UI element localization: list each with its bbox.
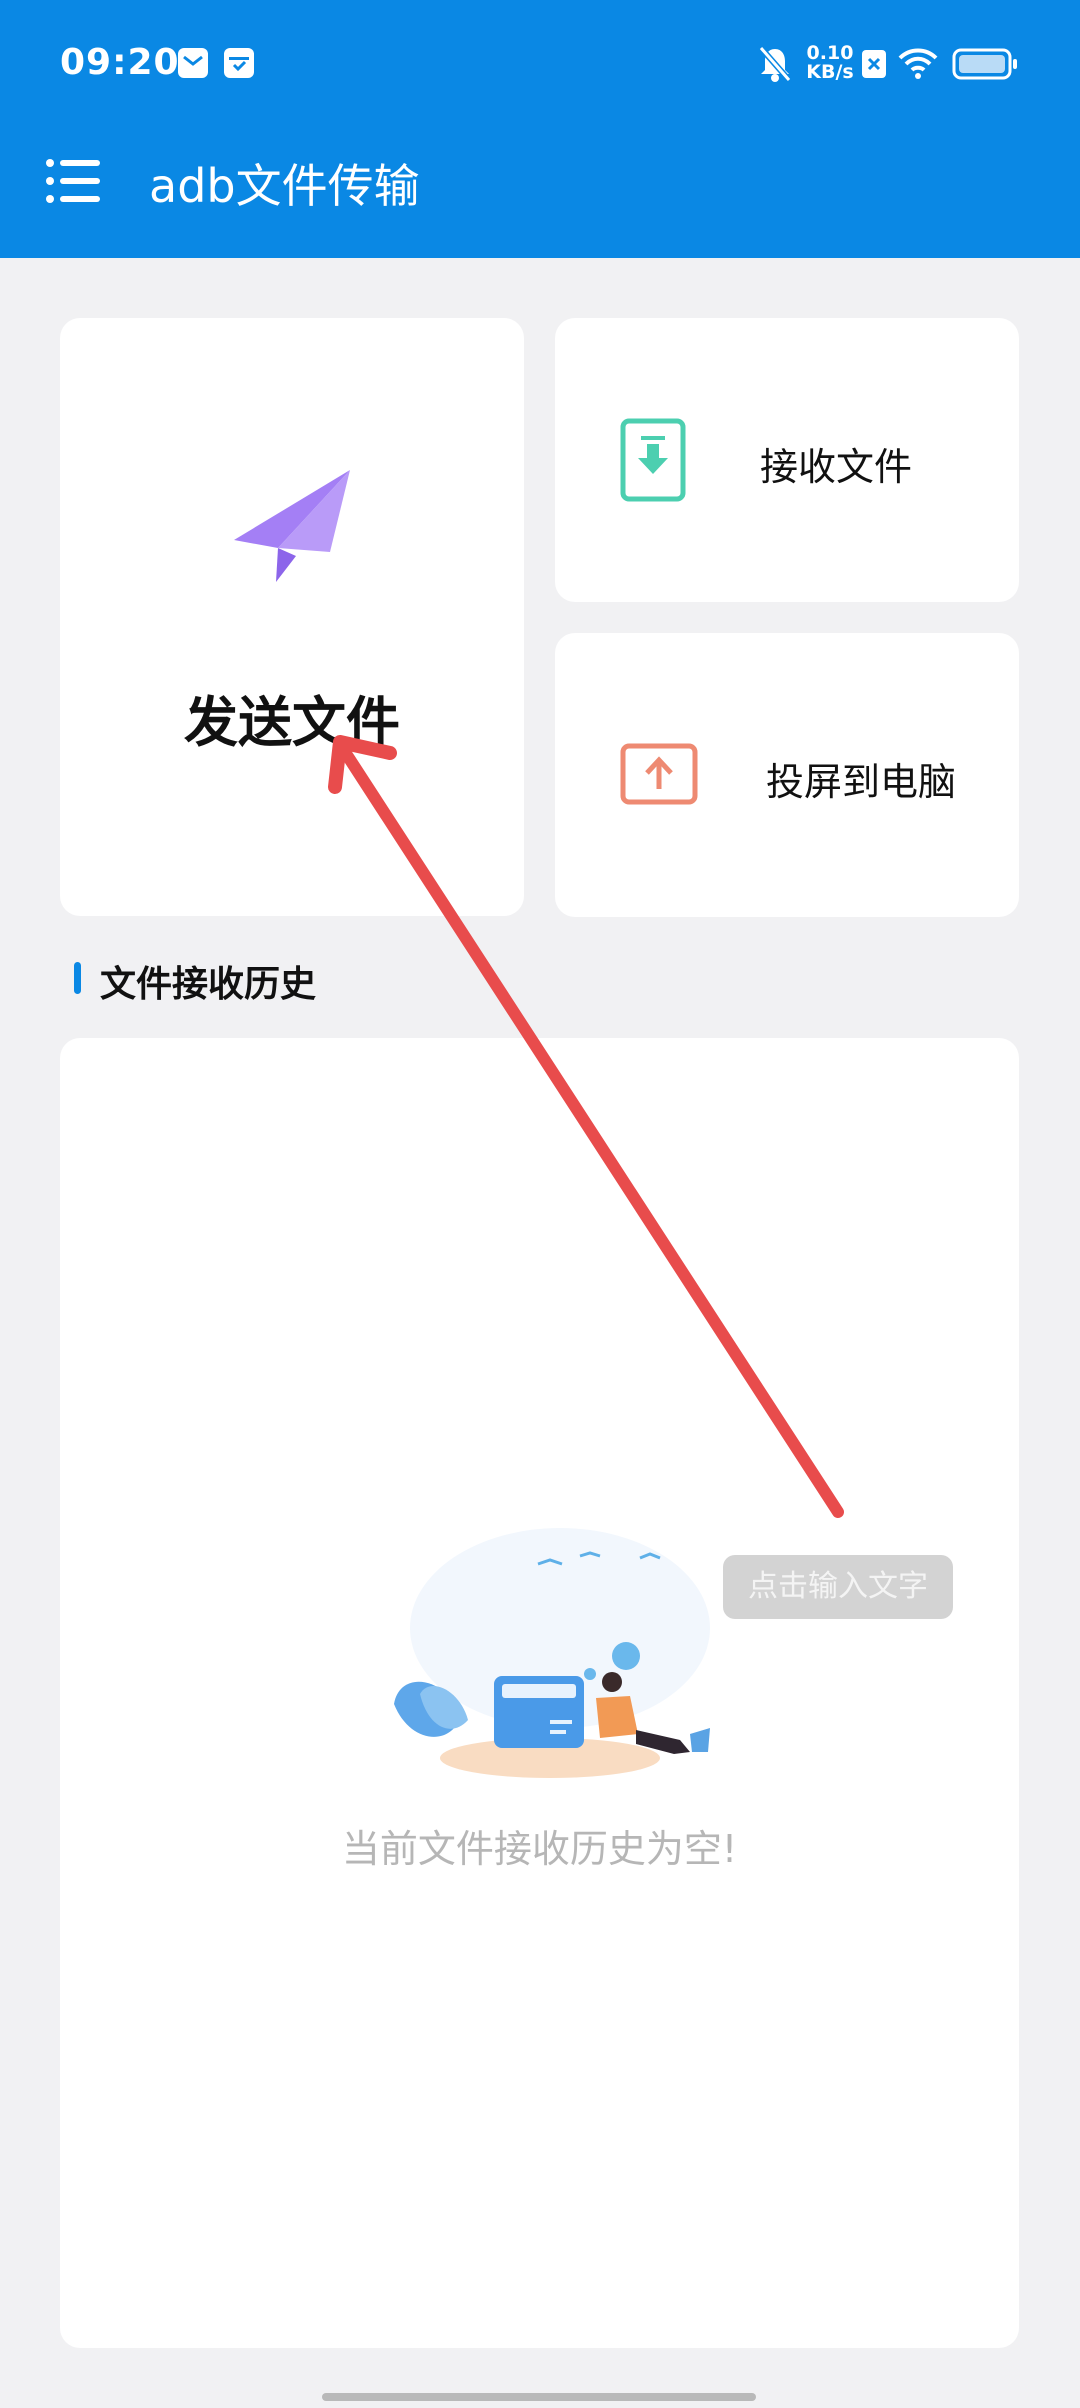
wifi-icon [898,48,938,79]
cast-to-pc-card[interactable]: 投屏到电脑 [555,633,1019,917]
empty-history-text: 当前文件接收历史为空! [341,1827,738,1871]
menu-button[interactable] [44,156,104,206]
paper-plane-icon [234,470,350,582]
upload-screen-icon [620,743,698,805]
text-input-chip[interactable]: 点击输入文字 [723,1555,953,1619]
receive-file-card[interactable]: 接收文件 [555,318,1019,602]
mail-icon [178,48,208,78]
sim-off-icon [862,50,886,78]
send-file-card[interactable]: 发送文件 [60,318,524,916]
net-speed: 0.10 KB/s [802,44,858,82]
box-icon [224,48,254,78]
app-title: adb文件传输 [149,159,420,213]
battery-icon [952,48,1017,80]
history-panel: 当前文件接收历史为空! [60,1038,1019,2348]
send-file-label: 发送文件 [184,691,400,754]
home-indicator[interactable] [322,2393,756,2401]
receive-file-label: 接收文件 [760,445,913,489]
download-icon [620,418,686,502]
section-title: 文件接收历史 [100,964,317,1005]
empty-state-illustration [394,1528,710,1778]
section-accent-bar [74,962,81,994]
menu-icon [46,159,100,203]
status-time: 09:20 [60,42,180,83]
net-speed-unit: KB/s [806,61,854,83]
cast-to-pc-label: 投屏到电脑 [766,760,957,804]
bell-mute-icon [758,46,792,82]
app-header: 09:20 0.10 KB/s adb文件传输 [0,0,1080,258]
